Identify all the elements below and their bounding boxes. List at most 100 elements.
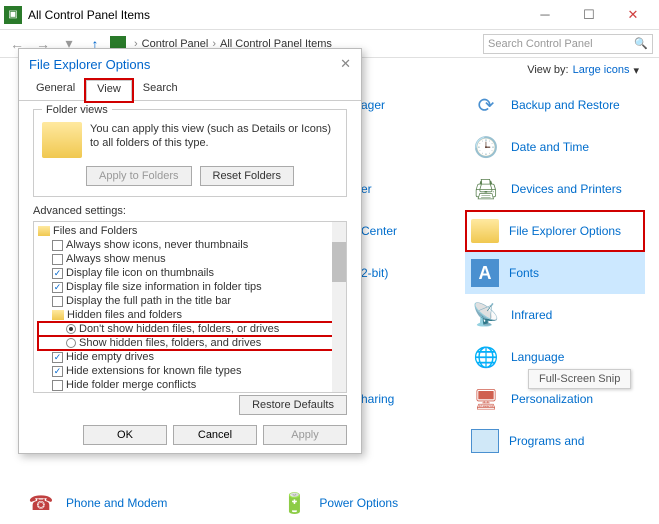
- folder-views-text: You can apply this view (such as Details…: [90, 122, 338, 158]
- checkbox[interactable]: [52, 296, 63, 307]
- folder-icon: [38, 226, 50, 236]
- control-panel-items: ⟳Backup and Restore 🕒Date and Time 🖨Devi…: [465, 84, 645, 462]
- view-by-value[interactable]: Large icons: [573, 64, 630, 76]
- restore-defaults-button[interactable]: Restore Defaults: [239, 395, 347, 415]
- checkbox[interactable]: ✓: [52, 352, 63, 363]
- reset-folders-button[interactable]: Reset Folders: [200, 166, 294, 186]
- tree-row[interactable]: Files and Folders: [38, 224, 342, 238]
- cp-item-devices[interactable]: 🖨Devices and Printers: [465, 168, 645, 210]
- search-icon: 🔍: [634, 37, 648, 50]
- view-by-label: View by:: [527, 64, 568, 76]
- scrollbar-track[interactable]: [332, 222, 346, 392]
- window-title: All Control Panel Items: [28, 8, 523, 22]
- tab-general[interactable]: General: [25, 79, 86, 100]
- minimize-button[interactable]: ─: [523, 1, 567, 29]
- folder-icon: [471, 219, 499, 243]
- checkbox[interactable]: [52, 380, 63, 391]
- partial-column: ager er Center 2-bit) haring: [355, 84, 455, 420]
- fonts-icon: A: [471, 259, 499, 287]
- folder-views-icon: [42, 122, 82, 158]
- cp-item-programs[interactable]: Programs and: [465, 420, 645, 462]
- cp-item-phone[interactable]: ☎Phone and Modem: [20, 482, 173, 524]
- printer-icon: 🖨: [471, 174, 501, 204]
- tree-row[interactable]: Show hidden files, folders, and drives: [38, 336, 342, 350]
- tree-label: Display the full path in the title bar: [66, 295, 231, 307]
- cp-item-fonts[interactable]: AFonts: [465, 252, 645, 294]
- partial-item[interactable]: ager: [361, 98, 389, 112]
- cp-item-datetime[interactable]: 🕒Date and Time: [465, 126, 645, 168]
- phone-icon: ☎: [26, 488, 56, 518]
- apply-to-folders-button[interactable]: Apply to Folders: [86, 166, 191, 186]
- tree-label: Display file icon on thumbnails: [66, 267, 214, 279]
- cp-item-infrared[interactable]: 📡Infrared: [465, 294, 645, 336]
- tree-row[interactable]: Display the full path in the title bar: [38, 294, 342, 308]
- tree-row[interactable]: ✓Display file icon on thumbnails: [38, 266, 342, 280]
- tree-label: Always show icons, never thumbnails: [66, 239, 248, 251]
- dialog-tabs: General View Search: [19, 79, 361, 101]
- tree-row[interactable]: ✓Hide empty drives: [38, 350, 342, 364]
- advanced-settings-label: Advanced settings:: [33, 205, 347, 217]
- cp-item-backup[interactable]: ⟳Backup and Restore: [465, 84, 645, 126]
- cp-item-file-explorer[interactable]: File Explorer Options: [465, 210, 645, 252]
- bottom-row: ☎Phone and Modem 🔋Power Options: [20, 482, 404, 524]
- dialog-close-button[interactable]: ✕: [340, 56, 351, 72]
- tree-label: Hide extensions for known file types: [66, 365, 241, 377]
- checkbox[interactable]: ✓: [52, 268, 63, 279]
- tree-row[interactable]: ✓Hide extensions for known file types: [38, 364, 342, 378]
- advanced-settings-tree[interactable]: Files and FoldersAlways show icons, neve…: [33, 221, 347, 393]
- checkbox[interactable]: ✓: [52, 366, 63, 377]
- tree-label: Don't show hidden files, folders, or dri…: [79, 323, 279, 335]
- apply-button[interactable]: Apply: [263, 425, 347, 445]
- partial-item[interactable]: 2-bit): [361, 266, 392, 280]
- checkbox[interactable]: [52, 254, 63, 265]
- tree-label: Show hidden files, folders, and drives: [79, 337, 261, 349]
- power-icon: 🔋: [279, 488, 309, 518]
- cp-item-power[interactable]: 🔋Power Options: [273, 482, 404, 524]
- file-explorer-options-dialog: File Explorer Options ✕ General View Sea…: [18, 48, 362, 454]
- cp-item-personalization[interactable]: 🖥Personalization: [465, 378, 645, 420]
- search-placeholder: Search Control Panel: [488, 38, 593, 50]
- tree-row[interactable]: Always show menus: [38, 252, 342, 266]
- tree-row[interactable]: Hide folder merge conflicts: [38, 378, 342, 392]
- radio[interactable]: [66, 324, 76, 334]
- tree-label: Hidden files and folders: [67, 309, 182, 321]
- group-title: Folder views: [42, 104, 112, 116]
- tree-label: Hide folder merge conflicts: [66, 379, 196, 391]
- dialog-buttons: OK Cancel Apply: [19, 419, 361, 451]
- programs-icon: [471, 429, 499, 453]
- tree-label: Hide empty drives: [66, 351, 154, 363]
- monitor-icon: 🖥: [471, 384, 501, 414]
- ok-button[interactable]: OK: [83, 425, 167, 445]
- globe-icon: 🌐: [471, 342, 501, 372]
- tree-row[interactable]: Don't show hidden files, folders, or dri…: [38, 322, 342, 336]
- maximize-button[interactable]: ☐: [567, 1, 611, 29]
- cp-item-language[interactable]: 🌐Language: [465, 336, 645, 378]
- cancel-button[interactable]: Cancel: [173, 425, 257, 445]
- dropdown-icon[interactable]: ▾: [633, 64, 639, 77]
- dialog-titlebar: File Explorer Options ✕: [19, 49, 361, 79]
- tab-search[interactable]: Search: [132, 79, 189, 100]
- window-titlebar: ▣ All Control Panel Items ─ ☐ ✕: [0, 0, 659, 30]
- checkbox[interactable]: ✓: [52, 282, 63, 293]
- tree-label: Always show menus: [66, 253, 166, 265]
- tab-view[interactable]: View: [86, 80, 132, 101]
- partial-item[interactable]: Center: [361, 224, 401, 238]
- infrared-icon: 📡: [471, 300, 501, 330]
- clock-icon: 🕒: [471, 132, 501, 162]
- scrollbar-thumb[interactable]: [332, 242, 346, 282]
- partial-item[interactable]: haring: [361, 392, 398, 406]
- tree-row[interactable]: ✓Display file size information in folder…: [38, 280, 342, 294]
- control-panel-icon: ▣: [4, 6, 22, 24]
- tree-row[interactable]: Hidden files and folders: [38, 308, 342, 322]
- tree-row[interactable]: Always show icons, never thumbnails: [38, 238, 342, 252]
- search-input[interactable]: Search Control Panel 🔍: [483, 34, 653, 54]
- dialog-title: File Explorer Options: [29, 57, 150, 72]
- tree-label: Display file size information in folder …: [66, 281, 262, 293]
- tree-row[interactable]: ✓Hide protected operating system files (…: [38, 392, 342, 393]
- folder-icon: [52, 310, 64, 320]
- checkbox[interactable]: [52, 240, 63, 251]
- partial-item[interactable]: er: [361, 182, 376, 196]
- radio[interactable]: [66, 338, 76, 348]
- dialog-body: Folder views You can apply this view (su…: [19, 101, 361, 419]
- close-button[interactable]: ✕: [611, 1, 655, 29]
